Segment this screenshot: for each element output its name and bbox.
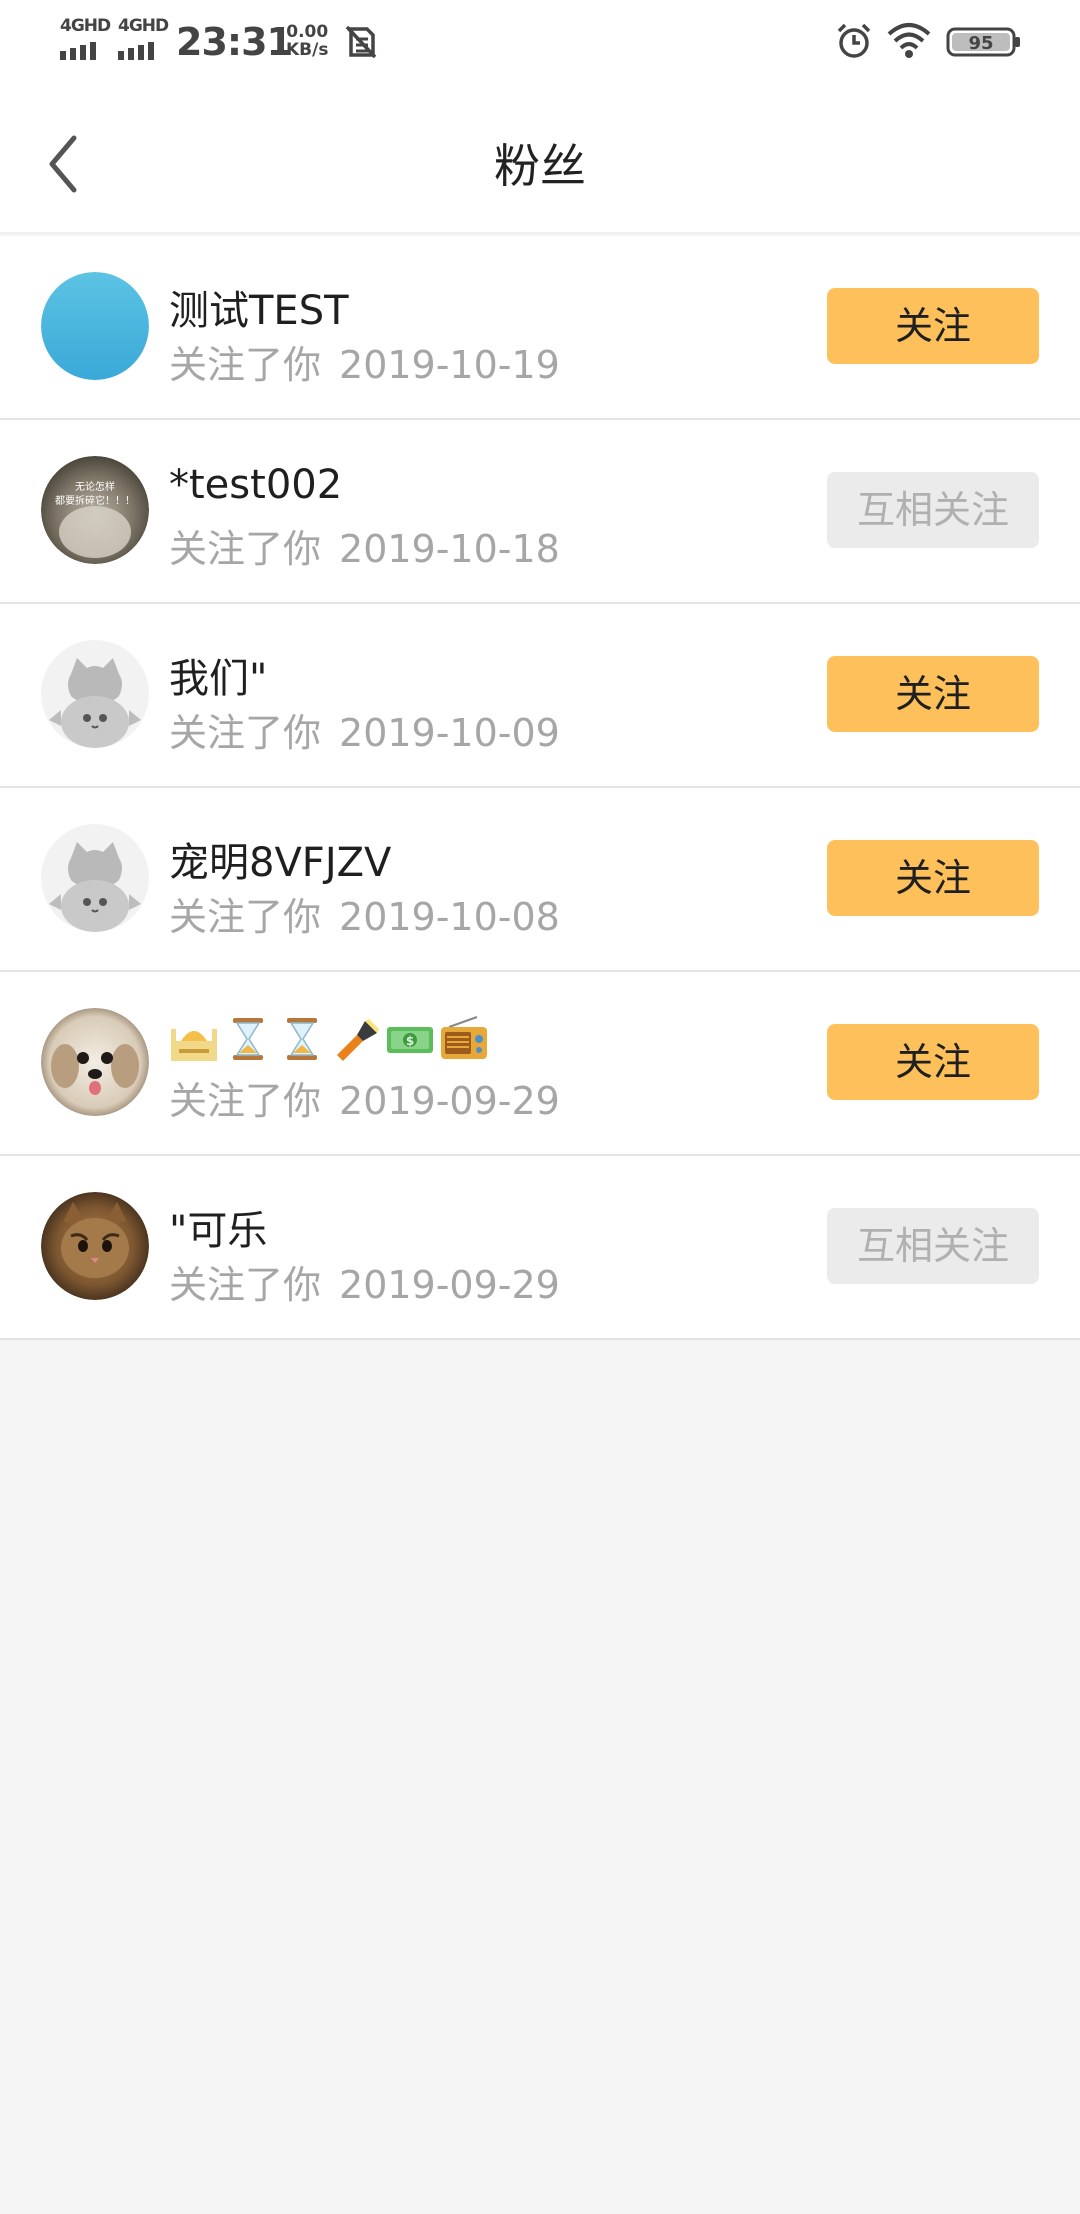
fan-row[interactable]: 宠明8VFJZV 关注了你 2019-10-08 关注 [0,788,1080,972]
title-bar: 粉丝 [0,86,1080,234]
avatar-caption: 无论怎样 [75,480,115,493]
fan-name: "可乐 [169,1208,268,1254]
network-label: 4GHD [60,16,111,36]
battery-icon: 95 [946,26,1022,62]
avatar[interactable]: 无论怎样 都要拆碎它！！！ [41,456,149,564]
fan-name-emoji: $ [169,1014,489,1064]
follow-status-text: 关注了你 [169,343,322,387]
avatar[interactable] [41,272,149,380]
avatar[interactable] [41,824,149,932]
speed-unit: KB/s [286,40,329,60]
fan-subtitle: 关注了你 2019-09-29 [169,1254,560,1309]
mosque-icon [171,1029,217,1061]
avatar-caption: 都要拆碎它！！！ [55,494,135,507]
follow-button[interactable]: 关注 [827,1024,1039,1100]
fan-subtitle: 关注了你 2019-10-19 [169,334,560,389]
radio-icon [441,1016,487,1059]
page-title: 粉丝 [494,139,586,193]
follow-status-text: 关注了你 [169,527,322,571]
follow-date: 2019-10-18 [339,527,560,571]
avatar[interactable] [41,640,149,748]
hourglass-icon [233,1018,263,1060]
follow-status-text: 关注了你 [169,1079,322,1123]
dollar-banknote-icon: $ [387,1027,433,1053]
fan-subtitle: 关注了你 2019-10-18 [169,518,560,573]
signal-icon: 4GHD [60,16,111,60]
follow-date: 2019-09-29 [339,1079,560,1123]
avatar[interactable] [41,1192,149,1300]
fan-name: *test002 [169,462,343,508]
mutual-follow-button[interactable]: 互相关注 [827,472,1039,548]
fan-name: 测试TEST [169,288,349,334]
wifi-icon [885,20,933,64]
fan-row[interactable]: $ 关注了你 2019-09-29 关注 [0,972,1080,1156]
speed-value: 0.00 [286,22,329,42]
follow-date: 2019-10-09 [339,711,560,755]
fan-row[interactable]: "可乐 关注了你 2019-09-29 互相关注 [0,1156,1080,1340]
signal-icon: 4GHD [118,16,169,60]
fan-row[interactable]: 测试TEST 关注了你 2019-10-19 关注 [0,236,1080,420]
avatar[interactable] [41,1008,149,1116]
follow-status-text: 关注了你 [169,711,322,755]
fan-subtitle: 关注了你 2019-10-09 [169,702,560,757]
clock: 23:31 [176,20,293,64]
fan-name: 宠明8VFJZV [169,840,392,886]
follow-button[interactable]: 关注 [827,656,1039,732]
mutual-follow-button[interactable]: 互相关注 [827,1208,1039,1284]
flashlight-icon [337,1019,379,1061]
follow-button[interactable]: 关注 [827,840,1039,916]
fan-row[interactable]: 我们" 关注了你 2019-10-09 关注 [0,604,1080,788]
network-label: 4GHD [118,16,169,36]
no-sim-icon [345,25,377,63]
follow-date: 2019-09-29 [339,1263,560,1307]
fan-subtitle: 关注了你 2019-09-29 [169,1070,560,1125]
follow-button[interactable]: 关注 [827,288,1039,364]
alarm-icon [835,22,873,64]
hourglass-icon [287,1018,317,1060]
follow-status-text: 关注了你 [169,1263,322,1307]
follow-date: 2019-10-08 [339,895,560,939]
network-speed: 0.00 KB/s [286,23,328,59]
status-bar: 4GHD 4GHD 23:31 0.00 KB/s 95 [0,0,1080,86]
fan-subtitle: 关注了你 2019-10-08 [169,886,560,941]
svg-text:$: $ [406,1034,414,1048]
follow-status-text: 关注了你 [169,895,322,939]
fan-row[interactable]: 无论怎样 都要拆碎它！！！ *test002 关注了你 2019-10-18 互相… [0,420,1080,604]
fans-list: 测试TEST 关注了你 2019-10-19 关注 无论怎样 都要拆碎它！！！ *… [0,236,1080,1340]
fan-name: 我们" [169,656,268,702]
follow-date: 2019-10-19 [339,343,560,387]
battery-level: 95 [968,33,993,54]
